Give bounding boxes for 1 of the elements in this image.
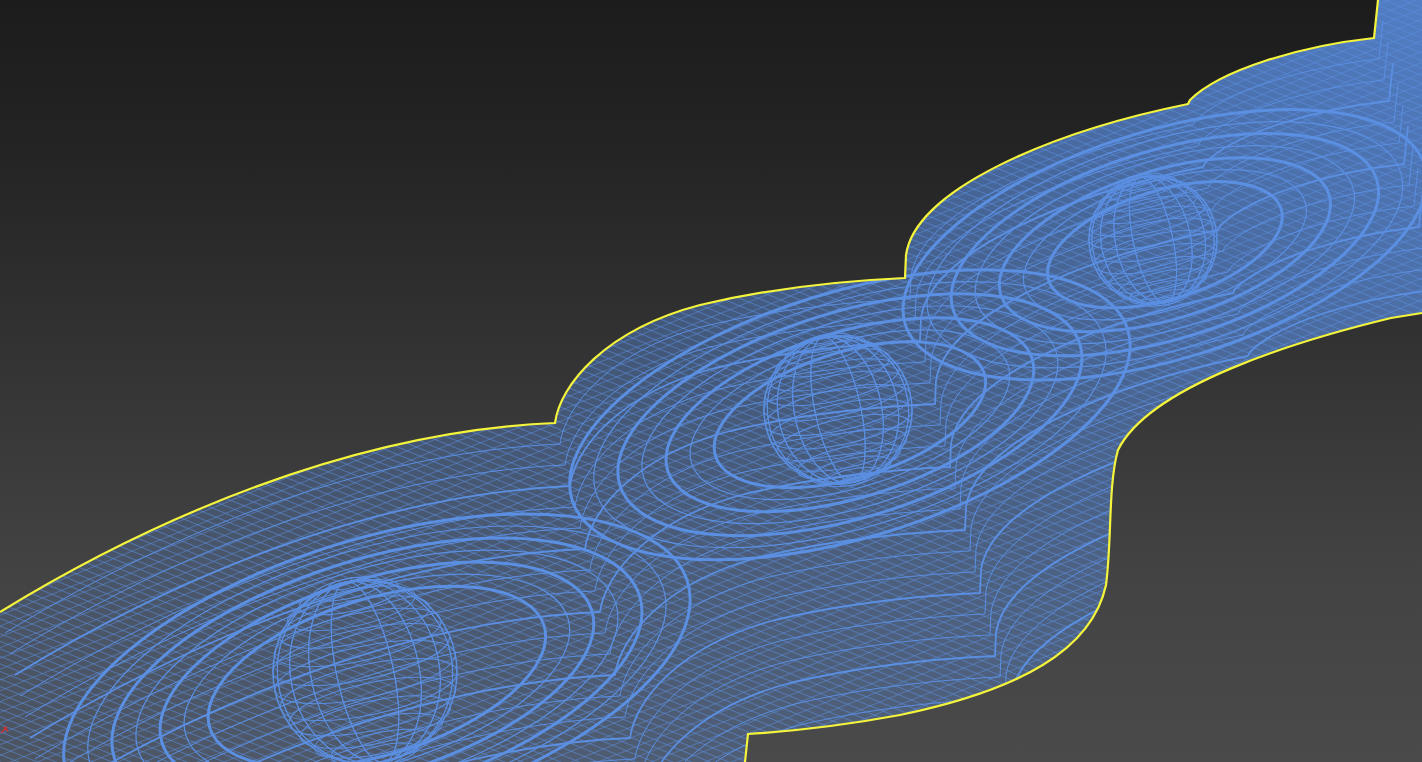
axis-gizmo-icon xyxy=(0,726,9,734)
